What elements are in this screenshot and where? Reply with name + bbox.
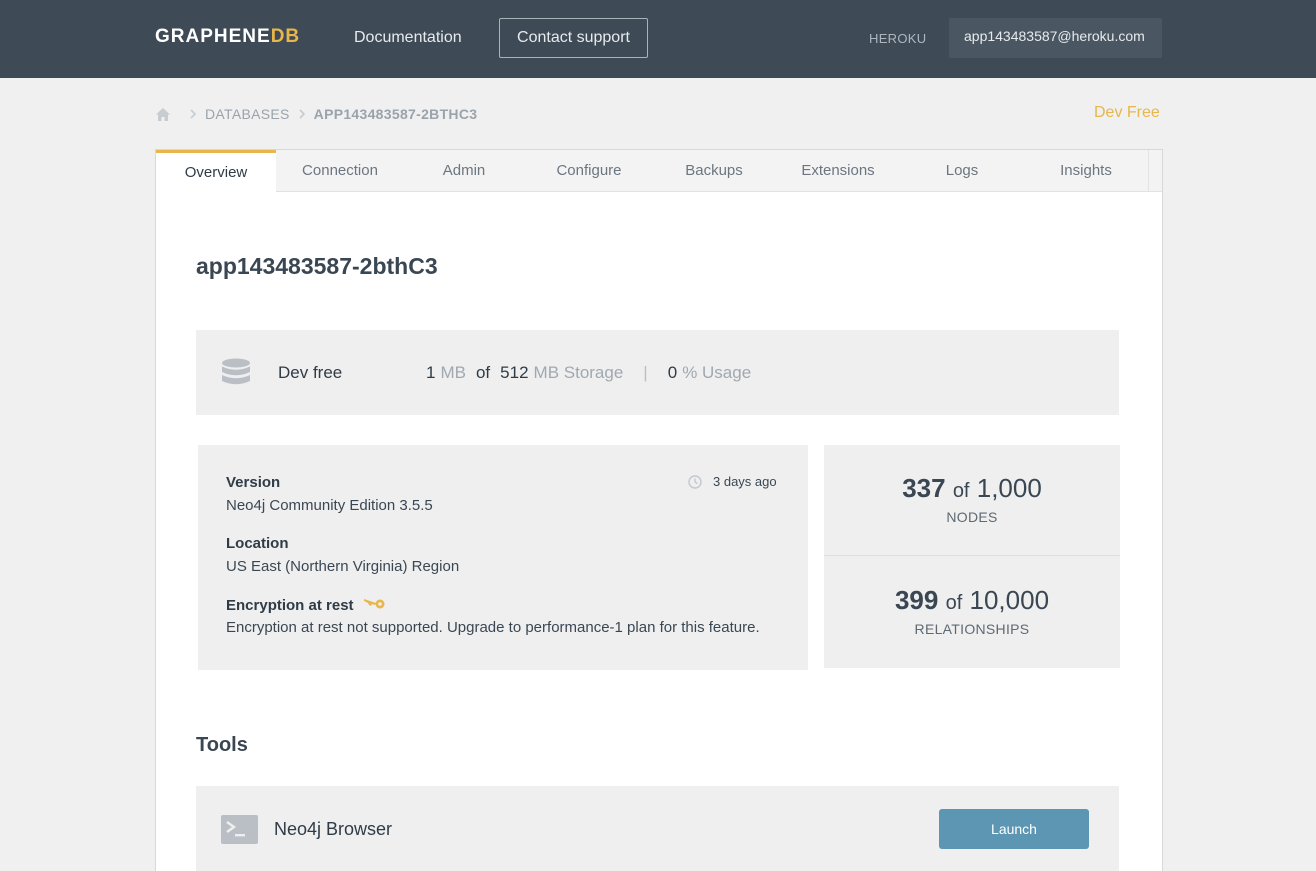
tab-logs[interactable]: Logs [902,150,1022,192]
storage-usage-panel: Dev free 1 MB of 512 MB Storage | 0 % Us… [196,330,1119,415]
tab-divider [1148,150,1149,192]
tab-backups[interactable]: Backups [654,150,774,192]
encryption-value: Encryption at rest not supported. Upgrad… [226,619,760,636]
nodes-limit: 1,000 [976,473,1042,503]
storage-of: of [475,363,491,382]
plan-name: Dev free [278,363,343,382]
nodes-stat: 337 of 1,000 NODES [824,445,1120,556]
platform-label: HEROKU [869,31,927,46]
tab-overview[interactable]: Overview [156,150,276,193]
usage-percent-unit: % Usage [682,363,752,382]
relationships-of: of [945,592,963,614]
usage-percent: 0 [667,363,678,382]
launch-button[interactable]: Launch [939,809,1089,849]
location-label: Location [226,535,289,552]
relationships-stat: 399 of 10,000 RELATIONSHIPS [824,557,1120,668]
nodes-stat-line: 337 of 1,000 [824,473,1120,504]
last-updated: 3 days ago [688,474,777,489]
relationships-stat-line: 399 of 10,000 [824,585,1120,616]
storage-used: 1 [426,363,436,382]
database-title: app143483587-2bthC3 [196,253,438,279]
documentation-link[interactable]: Documentation [354,29,462,47]
storage-usage-text: 1 MB of 512 MB Storage | 0 % Usage [426,363,751,383]
contact-support-button[interactable]: Contact support [499,18,648,58]
tab-insights[interactable]: Insights [1022,150,1150,192]
tab-connection[interactable]: Connection [276,150,404,192]
nodes-count: 337 [902,473,946,503]
storage-total: 512 [500,363,529,382]
graphenedb-logo[interactable]: GRAPHENEDB [155,26,300,48]
relationships-count: 399 [894,585,939,615]
relationships-limit: 10,000 [969,585,1050,615]
account-menu[interactable]: app143483587@heroku.com [949,18,1162,58]
tab-extensions[interactable]: Extensions [774,150,902,192]
tab-bar: Overview Connection Admin Configure Back… [156,150,1162,193]
nodes-label: NODES [946,509,998,525]
terminal-icon [221,815,258,844]
version-value: Neo4j Community Edition 3.5.5 [226,497,433,514]
clock-icon [688,474,702,489]
nodes-of: of [952,480,970,502]
logo-accent-text: DB [270,26,301,47]
tab-configure[interactable]: Configure [524,150,654,192]
last-updated-text: 3 days ago [713,474,777,489]
chevron-right-icon [190,109,197,119]
location-value: US East (Northern Virginia) Region [226,558,460,575]
tools-heading: Tools [196,734,248,756]
key-icon [364,599,385,609]
home-icon[interactable] [155,107,171,122]
storage-total-unit: MB Storage [533,363,624,382]
tool-name: Neo4j Browser [274,819,393,839]
relationships-label: RELATIONSHIPS [914,621,1030,637]
chevron-right-icon [299,109,305,119]
tab-admin[interactable]: Admin [404,150,524,192]
tool-row-neo4j-browser: Neo4j Browser Launch [196,786,1119,871]
plan-badge[interactable]: Dev Free [1094,104,1160,122]
breadcrumb: DATABASES APP143483587-2BTHC3 [155,104,477,124]
database-card: Overview Connection Admin Configure Back… [155,149,1163,871]
database-info-panel: Version Neo4j Community Edition 3.5.5 3 … [198,445,808,670]
usage-separator: | [643,363,648,382]
database-icon [222,358,250,385]
version-label: Version [226,474,281,491]
breadcrumb-databases[interactable]: DATABASES [205,106,290,122]
top-navbar: GRAPHENEDB Documentation Contact support… [0,0,1316,78]
encryption-label: Encryption at rest [226,597,354,614]
graph-stats-panel: 337 of 1,000 NODES 399 of 10,000 RELATIO… [824,445,1120,668]
storage-used-unit: MB [440,363,466,382]
logo-main-text: GRAPHENE [155,26,271,47]
breadcrumb-current-db: APP143483587-2BTHC3 [313,106,478,122]
